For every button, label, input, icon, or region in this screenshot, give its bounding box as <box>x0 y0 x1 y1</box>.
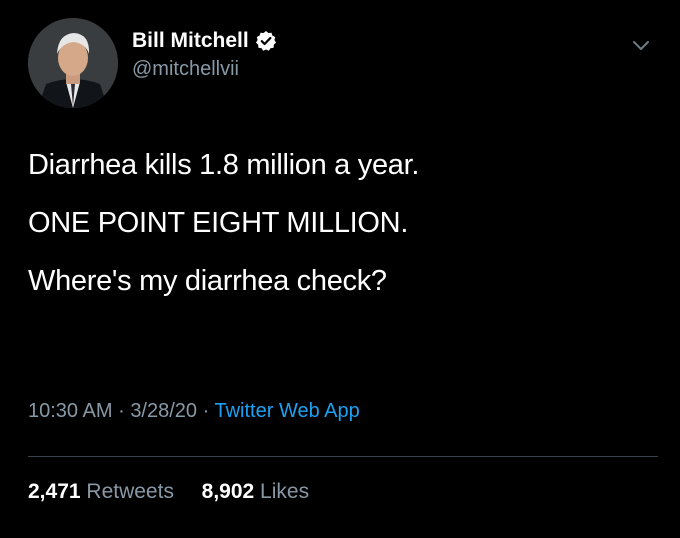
user-handle[interactable]: @mitchellvii <box>132 58 277 81</box>
likes-count: 8,902 <box>201 480 255 503</box>
meta-separator: · <box>202 400 210 422</box>
tweet-header: Bill Mitchell @mitchellvii <box>28 18 658 108</box>
retweets-count: 2,471 <box>28 480 81 503</box>
tweet-line: ONE POINT EIGHT MILLION. <box>28 207 409 239</box>
display-name[interactable]: Bill Mitchell <box>132 29 249 53</box>
tweet-text: Diarrhea kills 1.8 million a year. ONE P… <box>28 148 648 322</box>
tweet-date[interactable]: 3/28/20 <box>130 400 197 422</box>
verified-badge-icon <box>255 30 277 52</box>
tweet-line: Where's my diarrhea check? <box>28 265 387 297</box>
likes-stat[interactable]: 8,902 Likes <box>202 480 309 503</box>
avatar[interactable] <box>28 18 118 108</box>
retweets-stat[interactable]: 2,471 Retweets <box>28 480 180 503</box>
retweets-label: Retweets <box>86 480 174 503</box>
meta-separator: · <box>118 400 125 422</box>
tweet-meta: 10:30 AM · 3/28/20 · Twitter Web App <box>28 400 360 423</box>
likes-label: Likes <box>260 480 310 503</box>
user-info: Bill Mitchell @mitchellvii <box>132 26 277 81</box>
tweet-time[interactable]: 10:30 AM <box>28 400 113 422</box>
name-row: Bill Mitchell <box>132 26 277 56</box>
tweet-source-link[interactable]: Twitter Web App <box>214 400 359 422</box>
divider <box>28 456 658 457</box>
tweet-card: Bill Mitchell @mitchellvii Diarrhea kill… <box>0 0 680 538</box>
tweet-stats: 2,471 Retweets 8,902 Likes <box>28 480 309 504</box>
chevron-down-icon[interactable] <box>630 34 652 56</box>
tweet-line: Diarrhea kills 1.8 million a year. <box>28 149 420 181</box>
